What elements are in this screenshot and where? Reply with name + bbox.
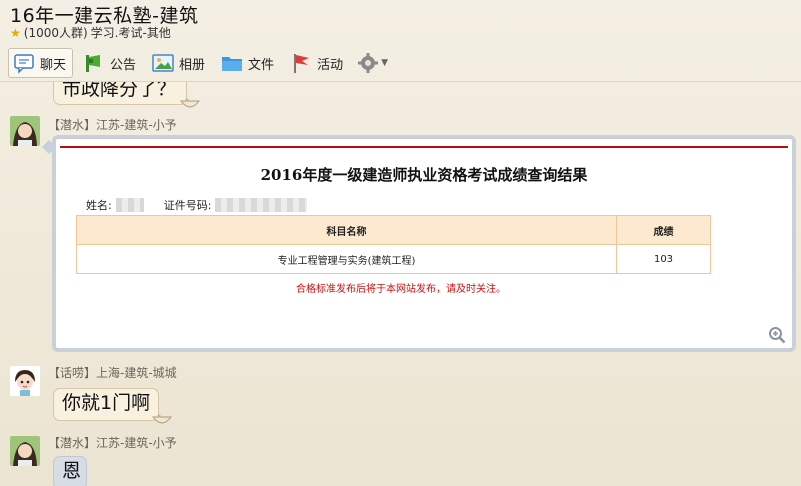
gear-icon bbox=[358, 53, 379, 73]
avatar-cartoon-icon bbox=[10, 366, 40, 396]
chat-header: 16年一建云私塾-建筑 ★ (1000人群) 学习.考试-其他 聊天 公告 相册… bbox=[0, 0, 801, 82]
avatar-girl-icon bbox=[10, 436, 40, 466]
tab-files[interactable]: 文件 bbox=[217, 48, 280, 78]
image-message[interactable]: 2016年度一级建造师执业资格考试成绩查询结果 姓名: 证件号码: 科目名称 成… bbox=[52, 135, 796, 352]
settings-dropdown[interactable]: ▼ bbox=[357, 52, 388, 74]
album-icon bbox=[152, 54, 174, 72]
score-cell: 103 bbox=[616, 244, 711, 274]
score-table: 科目名称 成绩 专业工程管理与实务(建筑工程) 103 bbox=[76, 215, 711, 274]
sender-name[interactable]: 【潜水】江苏-建筑-小予 bbox=[48, 434, 177, 451]
tab-album-label: 相册 bbox=[179, 57, 206, 73]
star-icon: ★ bbox=[10, 25, 21, 40]
id-redacted bbox=[215, 198, 308, 212]
tab-files-label: 文件 bbox=[248, 57, 275, 73]
announcement-icon bbox=[86, 55, 101, 72]
group-meta: ★ (1000人群) 学习.考试-其他 bbox=[10, 24, 171, 41]
tab-announcement-label: 公告 bbox=[110, 57, 137, 73]
message-bubble[interactable]: 你就1门啊 bbox=[53, 388, 173, 424]
chat-icon bbox=[14, 54, 34, 74]
tab-events-label: 活动 bbox=[317, 57, 344, 73]
zoom-in-icon[interactable] bbox=[768, 326, 786, 344]
message-text: 你就1门啊 bbox=[62, 392, 151, 414]
message-text: 恩 bbox=[62, 460, 82, 482]
message-bubble[interactable]: 市政降分了？ bbox=[53, 82, 200, 108]
folder-icon bbox=[222, 57, 243, 71]
avatar-girl-icon bbox=[10, 116, 40, 146]
doc-title: 2016年度一级建造师执业资格考试成绩查询结果 bbox=[260, 166, 588, 184]
doc-fields: 姓名: 证件号码: bbox=[86, 197, 308, 213]
name-redacted bbox=[115, 198, 144, 212]
table-header-row: 科目名称 成绩 bbox=[76, 215, 711, 245]
tab-events[interactable]: 活动 bbox=[286, 48, 349, 78]
sender-name[interactable]: 【话唠】上海-建筑-城城 bbox=[48, 364, 177, 381]
column-header: 成绩 bbox=[616, 215, 711, 245]
column-header: 科目名称 bbox=[76, 215, 617, 245]
member-count[interactable]: (1000人群) bbox=[24, 24, 88, 41]
flag-icon bbox=[294, 54, 310, 73]
avatar[interactable] bbox=[10, 436, 40, 466]
sender-name[interactable]: 【潜水】江苏-建筑-小予 bbox=[48, 116, 177, 133]
doc-note: 合格标准发布后将于本网站发布，请及时关注。 bbox=[296, 284, 506, 295]
doc-header-rule bbox=[60, 146, 788, 148]
bubble-decoration-icon bbox=[180, 98, 200, 108]
group-toolbar: 聊天 公告 相册 文件 活动 ▼ bbox=[8, 47, 388, 79]
tab-chat[interactable]: 聊天 bbox=[8, 48, 74, 78]
name-label: 姓名: bbox=[86, 199, 112, 212]
message-text: 市政降分了？ bbox=[62, 82, 177, 100]
tab-chat-label: 聊天 bbox=[40, 57, 67, 73]
avatar[interactable] bbox=[10, 366, 40, 396]
tab-album[interactable]: 相册 bbox=[148, 48, 211, 78]
chevron-down-icon: ▼ bbox=[381, 58, 388, 68]
table-row: 专业工程管理与实务(建筑工程) 103 bbox=[76, 244, 711, 274]
group-category[interactable]: 学习.考试-其他 bbox=[91, 24, 171, 41]
chat-message-list[interactable]: 市政降分了？ 【潜水】江苏-建筑-小予 2016年度一级建造师执业资格考试成绩查… bbox=[0, 82, 801, 486]
message-bubble[interactable]: 恩 bbox=[53, 456, 87, 486]
tab-announcement[interactable]: 公告 bbox=[79, 48, 142, 78]
avatar[interactable] bbox=[10, 116, 40, 146]
subject-cell: 专业工程管理与实务(建筑工程) bbox=[76, 244, 617, 274]
id-label: 证件号码: bbox=[163, 199, 212, 212]
bubble-decoration-icon bbox=[152, 414, 173, 424]
